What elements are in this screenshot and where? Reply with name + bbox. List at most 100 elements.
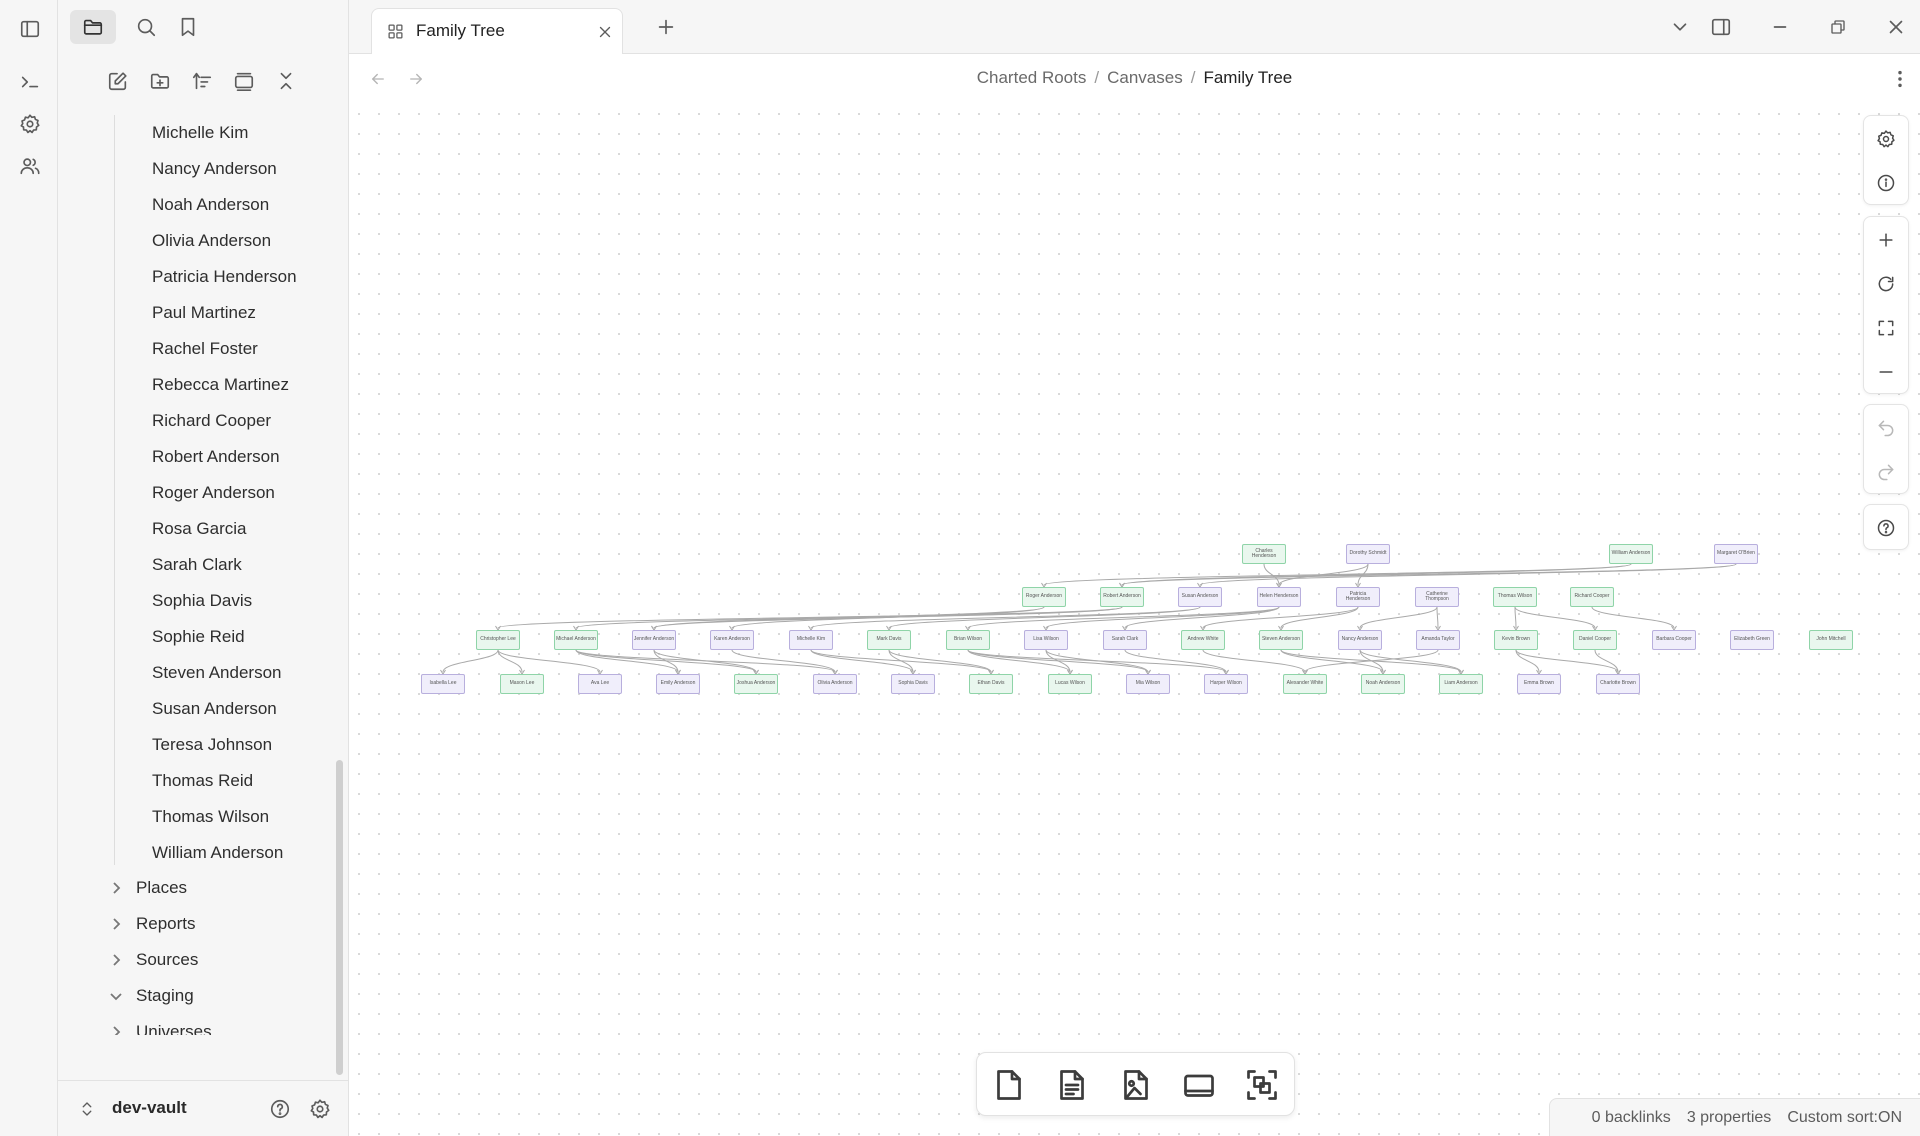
- person-node[interactable]: Robert Anderson: [1100, 587, 1144, 607]
- file-item[interactable]: Richard Cooper: [152, 403, 271, 439]
- person-node[interactable]: Michael Anderson: [554, 630, 598, 650]
- person-node[interactable]: Dorothy Schmidt: [1346, 544, 1390, 564]
- person-node[interactable]: Susan Anderson: [1178, 587, 1222, 607]
- person-node[interactable]: Richard Cooper: [1570, 587, 1614, 607]
- file-item[interactable]: Rosa Garcia: [152, 511, 246, 547]
- person-node[interactable]: Joshua Anderson: [734, 674, 778, 694]
- person-node[interactable]: Lucas Wilson: [1048, 674, 1092, 694]
- person-node[interactable]: Liam Anderson: [1439, 674, 1483, 694]
- file-item[interactable]: Sophia Davis: [152, 583, 252, 619]
- person-node[interactable]: Mia Wilson: [1126, 674, 1170, 694]
- person-node[interactable]: Sarah Clark: [1103, 630, 1147, 650]
- person-node[interactable]: Christopher Lee: [476, 630, 520, 650]
- tab-family-tree[interactable]: Family Tree: [371, 8, 623, 54]
- help-icon[interactable]: [264, 1093, 296, 1125]
- file-item[interactable]: William Anderson: [152, 835, 283, 871]
- person-node[interactable]: Mason Lee: [500, 674, 544, 694]
- person-node[interactable]: Emily Anderson: [656, 674, 700, 694]
- person-node[interactable]: Thomas Wilson: [1493, 587, 1537, 607]
- close-tab-icon[interactable]: [592, 19, 618, 45]
- select-area-icon[interactable]: [1238, 1061, 1286, 1109]
- fit-to-screen-icon[interactable]: [1864, 306, 1908, 350]
- person-node[interactable]: Karen Anderson: [710, 630, 754, 650]
- breadcrumb-part[interactable]: Canvases: [1107, 68, 1183, 87]
- file-item[interactable]: Thomas Reid: [152, 763, 253, 799]
- backlinks-count[interactable]: 0 backlinks: [1592, 1109, 1671, 1127]
- right-sidebar-toggle-icon[interactable]: [1706, 12, 1736, 42]
- person-node[interactable]: Catherine Thompson: [1415, 587, 1459, 607]
- person-node[interactable]: John Mitchell: [1809, 630, 1853, 650]
- canvas-settings-icon[interactable]: [1864, 117, 1908, 161]
- person-node[interactable]: William Anderson: [1609, 544, 1653, 564]
- terminal-icon[interactable]: [14, 66, 46, 98]
- folder-reports[interactable]: Reports: [108, 906, 196, 942]
- new-folder-icon[interactable]: [144, 65, 176, 97]
- search-icon[interactable]: [126, 10, 166, 44]
- person-node[interactable]: Steven Anderson: [1259, 630, 1303, 650]
- person-node[interactable]: Lisa Wilson: [1024, 630, 1068, 650]
- person-node[interactable]: Brian Wilson: [946, 630, 990, 650]
- person-node[interactable]: Jennifer Anderson: [632, 630, 676, 650]
- file-item[interactable]: Sarah Clark: [152, 547, 242, 583]
- sort-icon[interactable]: [186, 65, 218, 97]
- vault-settings-icon[interactable]: [304, 1093, 336, 1125]
- file-item[interactable]: Patricia Henderson: [152, 259, 297, 295]
- more-options-icon[interactable]: [1885, 64, 1915, 94]
- person-node[interactable]: Sophia Davis: [891, 674, 935, 694]
- person-node[interactable]: Roger Anderson: [1022, 587, 1066, 607]
- collapse-all-icon[interactable]: [270, 65, 302, 97]
- add-card-icon[interactable]: [985, 1061, 1033, 1109]
- person-node[interactable]: Harper Wilson: [1204, 674, 1248, 694]
- person-node[interactable]: Alexander White: [1283, 674, 1327, 694]
- file-item[interactable]: Teresa Johnson: [152, 727, 272, 763]
- canvas-area[interactable]: Charles Henderson Dorothy Schmidt William …: [349, 104, 1920, 1136]
- bookmark-icon[interactable]: [168, 10, 208, 44]
- person-node[interactable]: Margaret O'Brien: [1714, 544, 1758, 564]
- file-item[interactable]: Olivia Anderson: [152, 223, 271, 259]
- person-node[interactable]: Charlotte Brown: [1596, 674, 1640, 694]
- sidebar-toggle-icon[interactable]: [14, 13, 46, 45]
- file-item[interactable]: Thomas Wilson: [152, 799, 269, 835]
- file-item[interactable]: Steven Anderson: [152, 655, 281, 691]
- new-note-icon[interactable]: [102, 65, 134, 97]
- add-group-icon[interactable]: [1175, 1061, 1223, 1109]
- file-item[interactable]: Rebecca Martinez: [152, 367, 289, 403]
- file-item[interactable]: Roger Anderson: [152, 475, 275, 511]
- person-node[interactable]: Andrew White: [1181, 630, 1225, 650]
- add-note-icon[interactable]: [1048, 1061, 1096, 1109]
- person-node[interactable]: Kevin Brown: [1494, 630, 1538, 650]
- breadcrumb-current[interactable]: Family Tree: [1203, 68, 1292, 87]
- file-item[interactable]: Rachel Foster: [152, 331, 258, 367]
- file-item[interactable]: Michelle Kim: [152, 115, 248, 151]
- folder-places[interactable]: Places: [108, 870, 187, 906]
- person-node[interactable]: Nancy Anderson: [1338, 630, 1382, 650]
- sidebar-scrollbar[interactable]: [336, 760, 343, 1075]
- collapse-view-icon[interactable]: [228, 65, 260, 97]
- settings-icon[interactable]: [14, 108, 46, 140]
- vault-name[interactable]: dev-vault: [112, 1098, 187, 1118]
- person-node[interactable]: Ava Lee: [578, 674, 622, 694]
- custom-sort-status[interactable]: Custom sort:ON: [1787, 1109, 1902, 1127]
- file-item[interactable]: Nancy Anderson: [152, 151, 277, 187]
- breadcrumb-part[interactable]: Charted Roots: [977, 68, 1087, 87]
- add-media-icon[interactable]: [1112, 1061, 1160, 1109]
- person-node[interactable]: Michelle Kim: [789, 630, 833, 650]
- person-node[interactable]: Isabella Lee: [421, 674, 465, 694]
- person-node[interactable]: Ethan Davis: [969, 674, 1013, 694]
- folder-sources[interactable]: Sources: [108, 942, 198, 978]
- folder-staging[interactable]: Staging: [108, 978, 194, 1014]
- file-item[interactable]: Noah Anderson: [152, 187, 269, 223]
- person-node[interactable]: Olivia Anderson: [813, 674, 857, 694]
- person-node[interactable]: Noah Anderson: [1361, 674, 1405, 694]
- people-icon[interactable]: [14, 150, 46, 182]
- undo-icon[interactable]: [1864, 406, 1908, 450]
- file-item[interactable]: Susan Anderson: [152, 691, 277, 727]
- restore-icon[interactable]: [1823, 12, 1853, 42]
- close-window-icon[interactable]: [1881, 12, 1911, 42]
- file-item[interactable]: Robert Anderson: [152, 439, 280, 475]
- file-item[interactable]: Sophie Reid: [152, 619, 245, 655]
- minimize-icon[interactable]: [1765, 12, 1795, 42]
- chevron-updown-icon[interactable]: [76, 1093, 98, 1125]
- person-node[interactable]: Elizabeth Green: [1730, 630, 1774, 650]
- file-item[interactable]: Paul Martinez: [152, 295, 256, 331]
